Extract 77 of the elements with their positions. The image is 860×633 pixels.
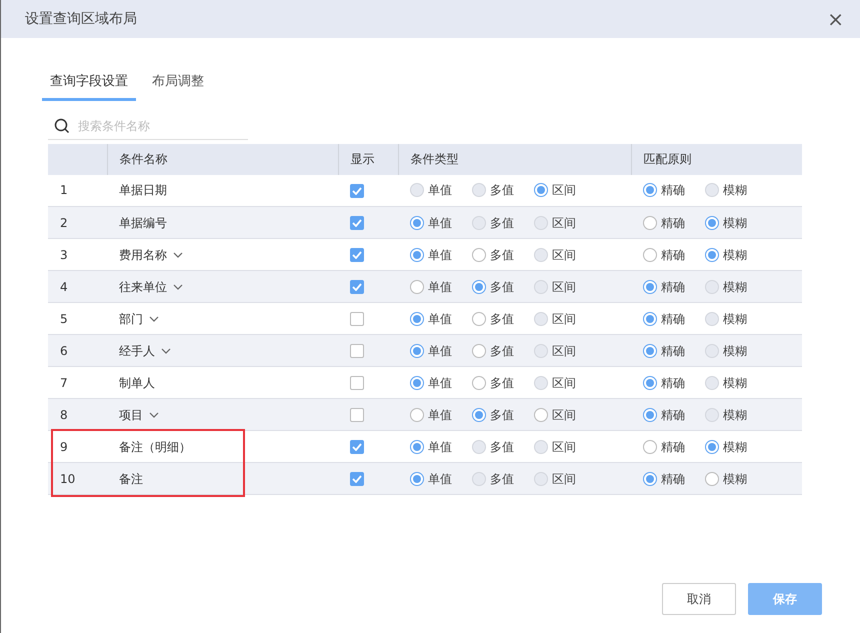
search-field[interactable]: 搜索条件名称 [48, 112, 248, 140]
checkbox[interactable] [350, 312, 364, 326]
checkbox[interactable] [350, 280, 364, 294]
radio-option[interactable]: 模糊 [705, 246, 767, 264]
checkbox[interactable] [350, 440, 364, 454]
condition-name: 单据编号 [119, 216, 167, 230]
condition-name: 项目 [119, 408, 143, 422]
checkbox[interactable] [350, 376, 364, 390]
radio-option[interactable]: 多值 [472, 246, 534, 264]
radio-option[interactable]: 精确 [643, 438, 705, 456]
radio-option[interactable]: 精确 [643, 246, 705, 264]
row-number: 3 [60, 248, 68, 262]
chevron-down-icon[interactable] [173, 252, 183, 258]
radio-option[interactable]: 区间 [534, 181, 596, 200]
condition-name: 经手人 [119, 344, 155, 358]
chevron-down-icon[interactable] [173, 284, 183, 290]
radio-option[interactable]: 多值 [472, 310, 534, 328]
radio-option[interactable]: 单值 [410, 214, 472, 232]
radio-option[interactable]: 单值 [410, 374, 472, 392]
tab[interactable]: 查询字段设置 [42, 70, 136, 100]
radio-option[interactable]: 多值 [472, 278, 534, 296]
row-number: 7 [60, 376, 68, 390]
radio-option[interactable]: 精确 [643, 310, 705, 328]
radio-option[interactable]: 精确 [643, 470, 705, 488]
radio-option[interactable]: 单值 [410, 278, 472, 296]
condition-name: 往来单位 [119, 280, 167, 294]
condition-name: 备注（明细） [119, 440, 191, 454]
cancel-button[interactable]: 取消 [662, 583, 736, 615]
radio-option[interactable]: 精确 [643, 278, 705, 296]
condition-name: 备注 [119, 472, 143, 486]
checkbox[interactable] [350, 216, 364, 230]
radio-option[interactable]: 区间 [534, 406, 596, 424]
checkbox[interactable] [350, 248, 364, 262]
dialog-title: 设置查询区域布局 [25, 10, 137, 28]
row-number: 5 [60, 312, 68, 326]
tab[interactable]: 布局调整 [144, 70, 212, 100]
radio-option[interactable]: 单值 [410, 438, 472, 456]
row-number: 9 [60, 440, 68, 454]
chevron-down-icon[interactable] [161, 348, 171, 354]
condition-name: 部门 [119, 312, 143, 326]
radio-option[interactable]: 精确 [643, 214, 705, 232]
search-icon [54, 118, 70, 134]
radio-option[interactable]: 多值 [472, 406, 534, 424]
row-number: 10 [60, 472, 76, 486]
row-number: 2 [60, 216, 68, 230]
radio-option[interactable]: 单值 [410, 342, 472, 360]
radio-option[interactable]: 单值 [410, 406, 472, 424]
radio-option[interactable]: 单值 [410, 246, 472, 264]
chevron-down-icon[interactable] [149, 316, 159, 322]
column-header: 匹配原则 [644, 152, 692, 166]
row-number: 4 [60, 280, 68, 294]
radio-option[interactable]: 精确 [643, 342, 705, 360]
radio-option[interactable]: 单值 [410, 310, 472, 328]
condition-name: 制单人 [119, 376, 155, 390]
row-number: 1 [60, 183, 68, 198]
row-number: 6 [60, 344, 68, 358]
radio-option[interactable]: 模糊 [705, 438, 767, 456]
row-number: 8 [60, 408, 68, 422]
checkbox[interactable] [350, 344, 364, 358]
checkbox[interactable] [350, 472, 364, 486]
radio-option[interactable]: 多值 [472, 342, 534, 360]
close-button[interactable]: × [827, 9, 844, 29]
checkbox[interactable] [350, 184, 364, 198]
checkbox[interactable] [350, 408, 364, 422]
radio-option[interactable]: 多值 [472, 374, 534, 392]
column-header: 显示 [350, 152, 374, 166]
condition-name: 单据日期 [119, 183, 167, 198]
radio-option[interactable]: 单值 [410, 470, 472, 488]
radio-option[interactable]: 模糊 [705, 470, 767, 488]
radio-option[interactable]: 精确 [643, 374, 705, 392]
radio-option[interactable]: 模糊 [705, 214, 767, 232]
chevron-down-icon[interactable] [149, 412, 159, 418]
column-header: 条件名称 [120, 152, 168, 166]
column-header: 条件类型 [410, 152, 458, 166]
condition-name: 费用名称 [119, 248, 167, 262]
radio-option[interactable]: 精确 [643, 181, 705, 200]
radio-option[interactable]: 精确 [643, 406, 705, 424]
